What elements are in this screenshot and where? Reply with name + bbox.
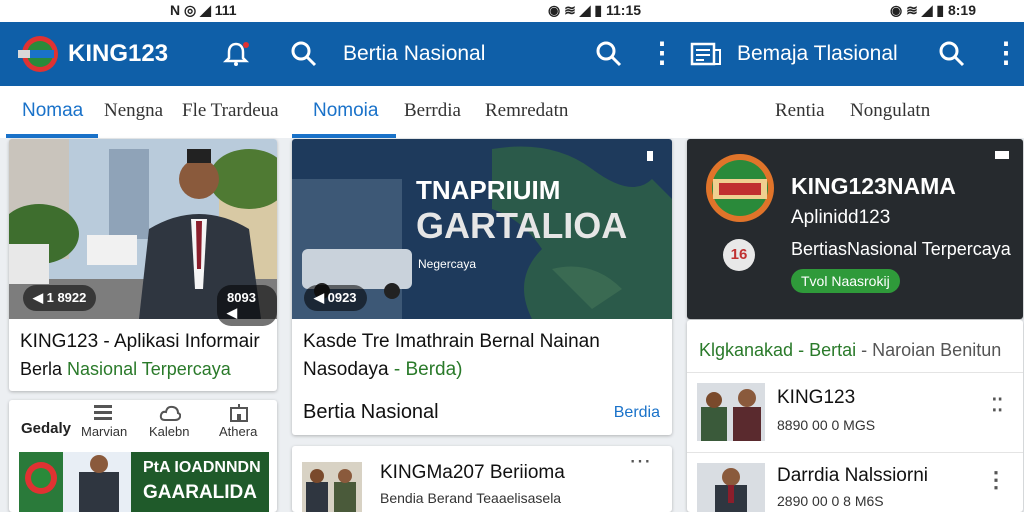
- card-title[interactable]: KINGMa207 Beriioma: [380, 462, 565, 484]
- category-card: Gedaly Marvian Kalebn Athera PtA IOADNND…: [9, 400, 277, 512]
- tab-indicator: [6, 134, 98, 138]
- tab-berrdia[interactable]: Berrdia: [404, 100, 461, 122]
- tab-nengna[interactable]: Nengna: [104, 100, 163, 122]
- list-item-title: KING123: [777, 387, 856, 408]
- list-item[interactable]: KING123 8890 00 0 MGS ⁚⁚: [687, 372, 1023, 446]
- card-headline[interactable]: Kasde Tre Imathrain Bernal Nainan: [303, 331, 600, 353]
- card-footer-link[interactable]: Berdia: [614, 404, 660, 422]
- card-title[interactable]: KING123 - Aplikasi Informair: [20, 331, 260, 353]
- status-bar: N ◎ ◢ 111 ◉ ≋ ◢ ▮ 11:15 ◉ ≋ ◢ ▮ 8:19: [0, 0, 1024, 22]
- tab-nomaa[interactable]: Nomaa: [22, 100, 83, 122]
- more-vert-icon[interactable]: ⋮: [985, 467, 1007, 493]
- list-icon[interactable]: [93, 404, 113, 422]
- tab-nongulatn[interactable]: Nongulatn: [850, 100, 930, 122]
- list-thumbnail: [697, 383, 765, 441]
- list-thumbnail: [697, 463, 765, 512]
- card-subtitle: Berla Nasional Terpercaya: [20, 359, 231, 380]
- window-icon: [995, 151, 1009, 159]
- brand-line-2: BertiasNasional Terpercaya: [791, 239, 1011, 259]
- app-title: KING123: [68, 40, 169, 67]
- card-subtitle-tag: Nasional Terpercaya: [67, 359, 231, 379]
- news-card-middle-2[interactable]: KINGMa207 Beriioma Bendia Berand Teaaeli…: [292, 446, 672, 512]
- category-gedaly[interactable]: Gedaly: [21, 420, 71, 437]
- news-icon[interactable]: [690, 40, 722, 68]
- search-title-2[interactable]: Bemaja Tlasional: [737, 42, 898, 66]
- category-athera[interactable]: Athera: [219, 424, 257, 439]
- news-card-middle[interactable]: TNAPRIUIM GARTALIOA Negercaya ◀ 0923 Kas…: [292, 139, 672, 435]
- brand-name: KING123NAMA: [791, 173, 956, 199]
- tab-nomoia[interactable]: Nomoia: [313, 100, 378, 122]
- status-right: ◉ ≋ ◢ ▮ 8:19: [890, 2, 976, 18]
- section-title-a: Klgkanakad: [699, 340, 794, 360]
- list-item[interactable]: Darrdia Nalssiorni 2890 00 0 8 M6S ⋮: [687, 452, 1023, 512]
- card-footer-title: Bertia Nasional: [303, 401, 439, 423]
- news-list-card: Klgkanakad - Bertai - Naroian Benitun KI…: [687, 320, 1023, 512]
- list-item-subtitle: 8890 00 0 MGS: [777, 417, 876, 433]
- banner-title-1: TNAPRIUIM: [416, 175, 561, 205]
- building-icon[interactable]: [229, 404, 249, 422]
- cloud-icon[interactable]: [159, 404, 181, 422]
- search-icon[interactable]: [290, 40, 318, 68]
- tab-indicator: [292, 134, 396, 138]
- card-subtitle: Bendia Berand Teaaelisasela: [380, 490, 562, 506]
- view-count-badge: ◀ 0923: [304, 285, 367, 311]
- list-item-subtitle: 2890 00 0 8 M6S: [777, 493, 884, 509]
- app-promo-card[interactable]: KING123NAMA Aplinidd123 16 BertiasNasion…: [687, 139, 1023, 319]
- view-count-badge: ◀ 1 8922: [23, 285, 97, 311]
- promo-line-2: GAARALIDA: [143, 482, 257, 503]
- promo-line-1: PtA IOADNNDN: [143, 459, 261, 476]
- news-thumbnail: [302, 462, 362, 512]
- card-headline-line2: Nasodaya - Berda): [303, 359, 462, 381]
- tab-rentia[interactable]: Rentia: [775, 100, 825, 122]
- category-kalebn[interactable]: Kalebn: [149, 424, 189, 439]
- search-icon[interactable]: [938, 40, 966, 68]
- more-vert-icon[interactable]: ⋮: [992, 36, 1020, 69]
- more-horiz-icon[interactable]: ⋯: [629, 448, 652, 474]
- tab-fle-trardeua[interactable]: Fle Trardeua: [182, 100, 279, 122]
- more-vert-icon[interactable]: ⋮: [648, 36, 676, 69]
- news-card-featured[interactable]: ◀ 1 8922 8093 ◀ KING123 - Aplikasi Infor…: [9, 139, 277, 391]
- section-title-b: - Bertai: [798, 340, 857, 360]
- status-center: ◉ ≋ ◢ ▮ 11:15: [548, 2, 642, 18]
- banner-title-2: GARTALIOA: [416, 205, 628, 246]
- search-title-1[interactable]: Bertia Nasional: [343, 42, 485, 66]
- duration-badge: 8093 ◀: [217, 285, 277, 326]
- banner-subtitle: Negercaya: [418, 257, 477, 271]
- section-title: Klgkanakad - Bertai - Naroian Benitun: [699, 340, 1001, 361]
- more-horiz-icon[interactable]: ⁚⁚: [992, 395, 1003, 416]
- card-subtitle-prefix: Berla: [20, 359, 63, 379]
- card-headline-tag: - Berda): [393, 359, 463, 380]
- list-item-title: Darrdia Nalssiorni: [777, 465, 928, 486]
- card-headline-prefix: Nasodaya: [303, 359, 389, 380]
- tab-remredatn[interactable]: Remredatn: [485, 100, 568, 122]
- app-logo-icon: [705, 153, 775, 223]
- tab-bar: Nomaa Nengna Fle Trardeua Nomoia Berrdia…: [0, 86, 1024, 138]
- section-title-c: - Naroian Benitun: [861, 340, 1002, 360]
- notification-bell-icon[interactable]: [222, 40, 250, 68]
- app-logo-icon: [16, 34, 62, 74]
- brand-line-1: Aplinidd123: [791, 207, 891, 228]
- app-bar: KING123 Bertia Nasional ⋮ Bemaja Tlasion…: [0, 22, 1024, 86]
- green-pill-button[interactable]: Tvol Naasrokij: [791, 269, 900, 293]
- number-badge: 16: [723, 239, 755, 271]
- category-marvian[interactable]: Marvian: [81, 424, 127, 439]
- search-icon[interactable]: [595, 40, 623, 68]
- status-left: N ◎ ◢ 111: [170, 2, 237, 18]
